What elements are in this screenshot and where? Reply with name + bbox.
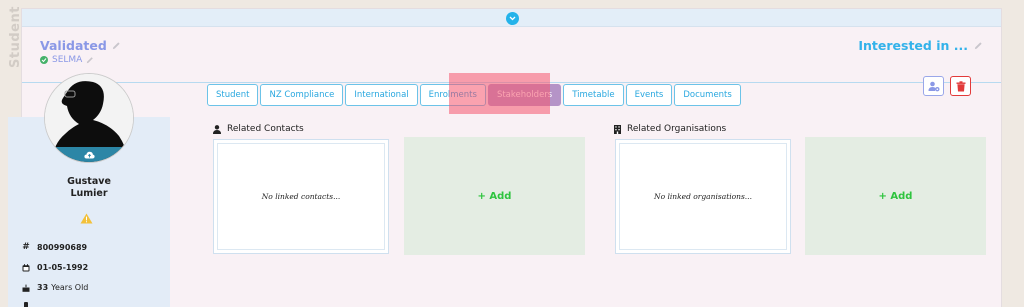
student-id: 800990689 (37, 242, 88, 252)
related-organisations-title: Related Organisations (614, 124, 726, 134)
organisations-empty-state: No linked organisations... (615, 139, 791, 254)
related-organisations-label: Related Organisations (627, 124, 727, 134)
edit-interest-pencil-icon[interactable] (974, 41, 983, 50)
tab-documents[interactable]: Documents (674, 84, 741, 106)
status-text: Validated (40, 38, 107, 53)
add-organisation-button[interactable]: + Add (805, 137, 986, 255)
person-settings-icon (928, 81, 939, 91)
add-contact-button[interactable]: + Add (404, 137, 585, 255)
first-name: Gustave (67, 176, 111, 187)
info-row-more (22, 302, 30, 307)
cloud-upload-icon (83, 151, 95, 158)
avatar-upload-bar[interactable] (45, 147, 133, 162)
date-of-birth: 01-05-1992 (37, 263, 89, 272)
edit-status-pencil-icon[interactable] (112, 41, 121, 50)
sub-status-text: SELMA (52, 55, 83, 65)
tab-enrolments[interactable]: Enrolments (419, 84, 486, 106)
hash-icon: # (22, 242, 30, 252)
contacts-empty-state: No linked contacts... (213, 139, 389, 254)
phone-icon (22, 302, 30, 307)
tab-international[interactable]: International (345, 84, 418, 106)
interest-title: Interested in ... (858, 38, 983, 53)
calendar-icon (22, 263, 30, 272)
student-header: Validated SELMA Interested in ... (22, 27, 1001, 83)
info-row-age: 33 Years Old (22, 283, 88, 292)
edit-sub-status-pencil-icon[interactable] (86, 56, 94, 64)
avatar[interactable] (44, 73, 134, 163)
user-icon (213, 124, 221, 134)
tab-nz-compliance[interactable]: NZ Compliance (260, 84, 344, 106)
birthday-cake-icon (22, 284, 30, 292)
tab-stakeholders[interactable]: Stakeholders (487, 84, 562, 106)
status-title: Validated (40, 38, 121, 53)
chevron-down-icon (509, 16, 516, 21)
building-icon (614, 124, 621, 134)
sub-status: SELMA (40, 55, 94, 65)
collapse-toggle-button[interactable] (506, 12, 519, 25)
interest-text: Interested in ... (858, 38, 968, 53)
related-contacts-label: Related Contacts (227, 124, 304, 134)
tab-student[interactable]: Student (207, 84, 259, 106)
student-name: Gustave Lumier (8, 176, 170, 200)
info-row-id: # 800990689 (22, 242, 87, 252)
tab-timetable[interactable]: Timetable (563, 84, 624, 106)
add-stakeholder-person-button[interactable] (923, 76, 944, 96)
related-contacts-title: Related Contacts (213, 124, 304, 134)
info-row-dob: 01-05-1992 (22, 263, 88, 272)
tab-events[interactable]: Events (625, 84, 673, 106)
panel-top-bar (22, 9, 1001, 27)
delete-button[interactable] (950, 76, 971, 96)
age-number: 33 (37, 283, 49, 292)
warning-icon (80, 209, 93, 228)
last-name: Lumier (70, 188, 108, 199)
trash-icon (956, 80, 965, 91)
tab-bar: Student NZ Compliance International Enro… (207, 84, 741, 106)
age-suffix: Years Old (51, 283, 89, 292)
check-circle-icon (40, 56, 48, 64)
